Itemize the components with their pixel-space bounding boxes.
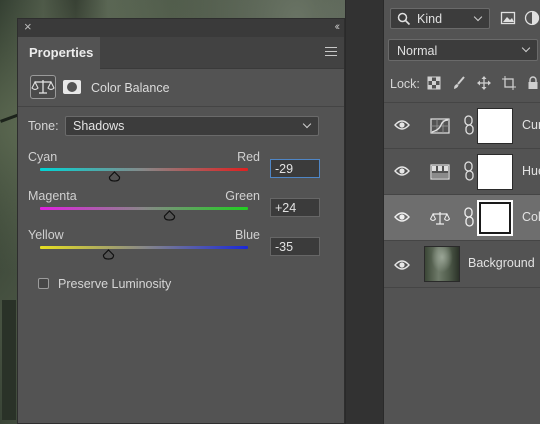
tone-value: Shadows: [73, 119, 125, 133]
preserve-luminosity-label: Preserve Luminosity: [58, 277, 172, 291]
visibility-eye-icon[interactable]: [394, 118, 410, 132]
layer-row-selected[interactable]: Col: [384, 194, 540, 240]
chevron-down-icon: [521, 43, 531, 53]
search-icon: [397, 12, 411, 26]
layer-row[interactable]: Cur: [384, 102, 540, 148]
slider-right-label: Green: [225, 189, 260, 203]
lock-label: Lock:: [390, 77, 420, 91]
lock-all-icon[interactable]: [526, 76, 540, 90]
curves-icon: [430, 118, 450, 134]
collapse-icon[interactable]: ‹‹: [335, 20, 341, 34]
slider-thumb[interactable]: [108, 171, 121, 182]
slider-left-label: Cyan: [28, 150, 58, 164]
layer-filter-row: Kind: [384, 8, 540, 30]
panel-dock-gap: [345, 0, 383, 424]
link-chain-icon[interactable]: [463, 161, 475, 181]
layer-mask-thumbnail[interactable]: [477, 108, 513, 144]
slider-track[interactable]: [40, 168, 248, 171]
visibility-eye-icon[interactable]: [394, 210, 410, 224]
adjustment-header: Color Balance: [18, 69, 344, 107]
panel-title-bar: × ‹‹: [18, 19, 344, 37]
slider-track[interactable]: [40, 207, 248, 210]
slider-value-input[interactable]: -29: [270, 159, 320, 178]
visibility-eye-icon[interactable]: [394, 258, 410, 272]
preserve-luminosity-checkbox[interactable]: [38, 278, 49, 289]
slider-right-label: Blue: [234, 228, 260, 242]
blend-mode-select[interactable]: Normal: [388, 39, 538, 61]
layer-row[interactable]: Background: [384, 240, 540, 288]
layers-panel: Kind Normal Lock: Cu Hu Col Background: [383, 0, 540, 424]
adjustment-title: Color Balance: [91, 81, 170, 95]
properties-panel: × ‹‹ Properties Color Balance Tone: Shad…: [17, 18, 345, 424]
tab-properties[interactable]: Properties: [18, 37, 100, 69]
slider-left-label: Yellow: [28, 228, 64, 242]
panel-tab-bar: Properties: [18, 37, 344, 69]
filter-kind-select[interactable]: Kind: [390, 8, 490, 29]
slider-track[interactable]: [40, 246, 248, 249]
mask-settings-icon[interactable]: [63, 80, 81, 94]
slider-yellow-blue: Yellow Blue -35: [28, 228, 328, 278]
scales-icon: [430, 212, 450, 225]
lock-artboard-icon[interactable]: [502, 76, 516, 90]
tone-select[interactable]: Shadows: [65, 116, 319, 136]
filter-adjustment-icon[interactable]: [524, 10, 540, 26]
tone-label: Tone:: [28, 119, 59, 133]
slider-value-input[interactable]: -35: [270, 237, 320, 256]
layer-row[interactable]: Hue: [384, 148, 540, 194]
slider-thumb[interactable]: [102, 249, 115, 260]
panel-menu-icon[interactable]: [325, 47, 337, 57]
link-chain-icon[interactable]: [463, 115, 475, 135]
lock-transparency-icon[interactable]: [427, 76, 441, 90]
layer-image-thumbnail[interactable]: [424, 246, 460, 282]
chevron-down-icon: [473, 12, 483, 22]
lock-brush-icon[interactable]: [452, 76, 466, 90]
layer-name[interactable]: Background: [468, 256, 535, 270]
canvas-branch: [2, 300, 16, 420]
tone-row: Tone: Shadows: [28, 116, 328, 136]
layer-name[interactable]: Hue: [522, 164, 540, 178]
slider-left-label: Magenta: [28, 189, 77, 203]
filter-kind-label: Kind: [417, 12, 443, 26]
chevron-down-icon: [302, 119, 312, 129]
scales-icon: [31, 80, 55, 94]
slider-thumb[interactable]: [163, 210, 176, 221]
visibility-eye-icon[interactable]: [394, 164, 410, 178]
layer-name[interactable]: Col: [522, 210, 540, 224]
layer-mask-thumbnail[interactable]: [477, 200, 513, 236]
close-icon[interactable]: ×: [24, 20, 32, 34]
filter-pixel-icon[interactable]: [500, 10, 516, 26]
adjustment-settings-button[interactable]: [30, 75, 56, 99]
layer-mask-thumbnail[interactable]: [477, 154, 513, 190]
hue-saturation-icon: [430, 164, 450, 180]
link-chain-icon[interactable]: [463, 207, 475, 227]
lock-move-icon[interactable]: [477, 76, 491, 90]
lock-row: Lock:: [390, 74, 540, 94]
slider-value-input[interactable]: +24: [270, 198, 320, 217]
blend-mode-value: Normal: [397, 44, 438, 58]
layer-name[interactable]: Cur: [522, 118, 540, 132]
slider-right-label: Red: [237, 150, 260, 164]
